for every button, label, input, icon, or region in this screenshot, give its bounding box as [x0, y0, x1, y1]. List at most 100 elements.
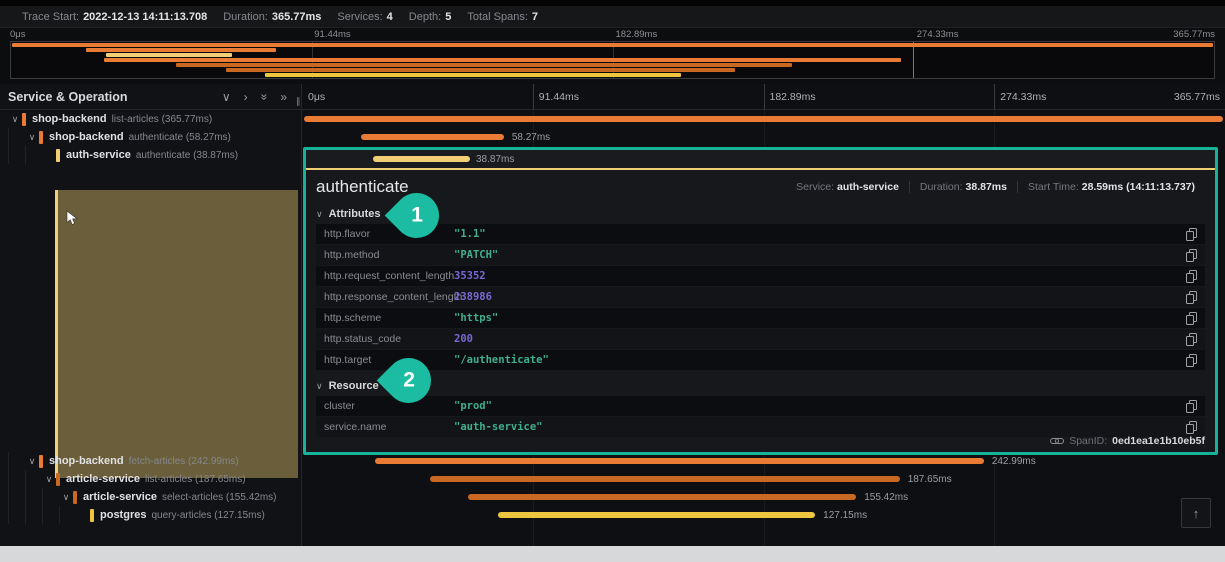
tree-chevron-icon[interactable]: ∨ — [25, 456, 39, 467]
tree-row-shop-backend[interactable]: ∨ shop-backend fetch-articles (242.99ms) — [0, 452, 301, 470]
trace-stat: Duration: 365.77ms — [223, 10, 322, 23]
service-operation-header: Service & Operation ∨ › » » — [0, 84, 301, 110]
section-header-resource[interactable]: ∨ Resource — [316, 380, 1205, 392]
copy-icon[interactable] — [1186, 353, 1197, 367]
span-meta-item: Duration: 38.87ms — [908, 181, 1017, 193]
expand-all-icon[interactable]: » — [280, 86, 287, 108]
section-title: Attributes — [328, 208, 381, 220]
selected-span-bar[interactable] — [373, 156, 470, 162]
span-tree: ∨ shop-backend list-articles (365.77ms) ∨ sh… — [0, 110, 301, 546]
service-name: shop-backend — [49, 131, 124, 143]
panel-resizer-handle[interactable]: ∥ — [296, 96, 302, 107]
span-bar-article-service[interactable] — [430, 476, 900, 482]
trace-main-area: Service & Operation ∨ › » » ∨ shop-backen… — [0, 84, 1225, 546]
indent-guides — [8, 452, 25, 470]
tree-row-shop-backend[interactable]: ∨ shop-backend list-articles (365.77ms) — [0, 110, 301, 128]
section-chevron-icon: ∨ — [316, 208, 323, 219]
service-name: shop-backend — [32, 113, 107, 125]
attribute-value: "https" — [454, 312, 499, 324]
operation-name: fetch-articles (242.99ms) — [128, 455, 239, 467]
minimap-tick-label: 182.89ms — [615, 29, 658, 40]
service-color-indicator — [39, 454, 43, 468]
selected-span-row[interactable]: 38.87ms — [306, 150, 1215, 168]
attribute-value: 35352 — [454, 270, 486, 282]
span-bar-shop-backend[interactable] — [360, 134, 504, 140]
tree-chevron-icon[interactable]: ∨ — [8, 114, 22, 125]
scroll-to-top-button[interactable]: ↑ — [1181, 498, 1211, 528]
service-operation-panel: Service & Operation ∨ › » » ∨ shop-backen… — [0, 84, 302, 546]
timeline-span-row: 127.15ms — [302, 506, 1225, 524]
span-bar-postgres[interactable] — [498, 512, 816, 518]
section-header-attributes[interactable]: ∨ Attributes — [316, 208, 1205, 220]
trace-stat: Services: 4 — [337, 10, 393, 23]
footer-strip — [0, 546, 1225, 562]
tree-row-article-service[interactable]: ∨ article-service list-articles (187.65ms) — [0, 470, 301, 488]
operation-name: list-articles (365.77ms) — [111, 113, 213, 125]
callout-number: 2 — [402, 368, 415, 392]
trace-minimap[interactable]: 0μs 91.44ms 182.89ms 274.33ms 365.77ms — [10, 28, 1215, 79]
tree-row-auth-service[interactable]: auth-service authenticate (38.87ms) — [0, 146, 301, 164]
trace-stat: Depth: 5 — [408, 10, 452, 23]
indent-guide — [25, 506, 42, 524]
minimap-tick-label: 274.33ms — [916, 29, 959, 40]
selected-span-highlight-area — [55, 190, 298, 478]
attribute-key: service.name — [324, 421, 387, 433]
attribute-value: "/authenticate" — [454, 354, 549, 366]
cursor-icon — [66, 210, 79, 231]
service-color-indicator — [56, 472, 60, 486]
operation-name: authenticate (38.87ms) — [135, 149, 239, 161]
span-bar-article-service[interactable] — [468, 494, 857, 500]
indent-guides — [8, 128, 25, 146]
tree-chevron-icon[interactable]: ∨ — [42, 474, 56, 485]
collapse-all-icon[interactable]: » — [253, 93, 275, 100]
tree-chevron-icon[interactable]: ∨ — [25, 132, 39, 143]
selected-span-duration-label: 38.87ms — [476, 154, 515, 165]
service-color-indicator — [22, 112, 26, 126]
expand-children-icon[interactable]: › — [244, 86, 248, 108]
attribute-row: cluster "prod" — [316, 396, 1205, 416]
attribute-key: cluster — [324, 400, 355, 412]
tree-row-postgres[interactable]: postgres query-articles (127.15ms) — [0, 506, 301, 524]
tree-row-article-service[interactable]: ∨ article-service select-articles (155.42m… — [0, 488, 301, 506]
minimap-span-bar — [12, 43, 1213, 47]
span-bar-shop-backend[interactable] — [304, 116, 1223, 122]
minimap-span-bar — [225, 68, 735, 72]
trace-viewer: Trace Start: 2022-12-13 14:11:13.708 Durat… — [0, 0, 1225, 562]
copy-icon[interactable] — [1186, 399, 1197, 413]
operation-name: select-articles (155.42ms) — [162, 491, 277, 503]
trace-stat: Total Spans: 7 — [467, 10, 539, 23]
tree-row-shop-backend[interactable]: ∨ shop-backend authenticate (58.27ms) — [0, 128, 301, 146]
attribute-value: 238986 — [454, 291, 492, 303]
span-detail-body: ∨ Attributes http.flavor "1.1" http.method "P… — [306, 208, 1215, 437]
attribute-value: "1.1" — [454, 228, 486, 240]
copy-icon[interactable] — [1186, 269, 1197, 283]
collapse-children-icon[interactable]: ∨ — [222, 86, 231, 108]
copy-icon[interactable] — [1186, 227, 1197, 241]
copy-icon[interactable] — [1186, 248, 1197, 262]
minimap-canvas[interactable] — [10, 41, 1215, 79]
span-meta-item: Service: auth-service — [796, 181, 899, 193]
span-detail-header: authenticate Service: auth-service Duratio… — [306, 170, 1215, 202]
attribute-value: "auth-service" — [454, 421, 543, 433]
span-id-footer: SpanID: 0ed1ea1e1b10eb5f — [1050, 435, 1205, 447]
indent-guides — [8, 470, 42, 488]
copy-icon[interactable] — [1186, 290, 1197, 304]
minimap-span-bar — [106, 53, 232, 57]
service-color-indicator — [73, 490, 77, 504]
copy-icon[interactable] — [1186, 311, 1197, 325]
attribute-row: http.request_content_length 35352 — [316, 266, 1205, 286]
span-duration-label: 58.27ms — [511, 132, 551, 143]
indent-guide — [42, 506, 59, 524]
copy-icon[interactable] — [1186, 420, 1197, 434]
span-id-value: 0ed1ea1e1b10eb5f — [1112, 435, 1205, 447]
indent-guides — [8, 146, 42, 164]
link-icon[interactable] — [1050, 436, 1065, 446]
trace-stat-value: 365.77ms — [271, 10, 322, 23]
timeline-span-row: 155.42ms — [302, 488, 1225, 506]
tree-chevron-icon[interactable]: ∨ — [59, 492, 73, 503]
span-bar-shop-backend[interactable] — [374, 458, 984, 464]
copy-icon[interactable] — [1186, 332, 1197, 346]
indent-guide — [8, 128, 25, 146]
indent-guide — [59, 506, 76, 524]
span-title: authenticate — [316, 177, 409, 196]
